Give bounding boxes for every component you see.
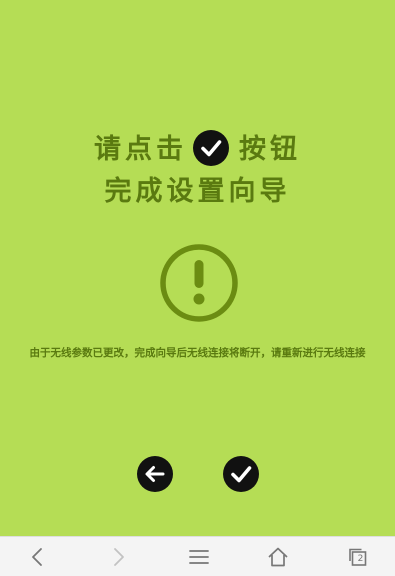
nav-forward-button[interactable] — [98, 537, 138, 576]
nav-menu-button[interactable] — [179, 537, 219, 576]
check-circle-icon — [193, 129, 229, 166]
back-arrow-icon — [145, 466, 165, 482]
prompt-text-after: 按钮 — [239, 134, 301, 165]
tab-count: 2 — [357, 554, 364, 564]
wizard-screen: 请点击 按钮 完成设置向导 由于无线参数已更改，完成向导后无线连接将断开，请重新进… — [0, 0, 395, 536]
nav-back-button[interactable] — [18, 537, 58, 576]
wireless-notice: 由于无线参数已更改，完成向导后无线连接将断开，请重新进行无线连接 — [29, 347, 366, 359]
exclamation-circle-icon — [160, 244, 238, 322]
check-icon — [231, 466, 252, 483]
nav-home-button[interactable] — [258, 537, 298, 576]
finish-button[interactable] — [223, 456, 259, 492]
back-button[interactable] — [137, 456, 173, 492]
chevron-left-icon — [32, 548, 42, 566]
prompt-line-1: 请点击 按钮 — [0, 127, 395, 169]
chevron-right-icon — [114, 548, 124, 566]
prompt-line-2: 完成设置向导 — [104, 176, 291, 207]
menu-icon — [189, 550, 209, 564]
browser-nav-bar: 2 — [0, 536, 395, 576]
nav-tabs-button[interactable]: 2 — [338, 537, 378, 576]
prompt-text-before: 请点击 — [94, 134, 187, 165]
home-icon — [268, 547, 288, 567]
